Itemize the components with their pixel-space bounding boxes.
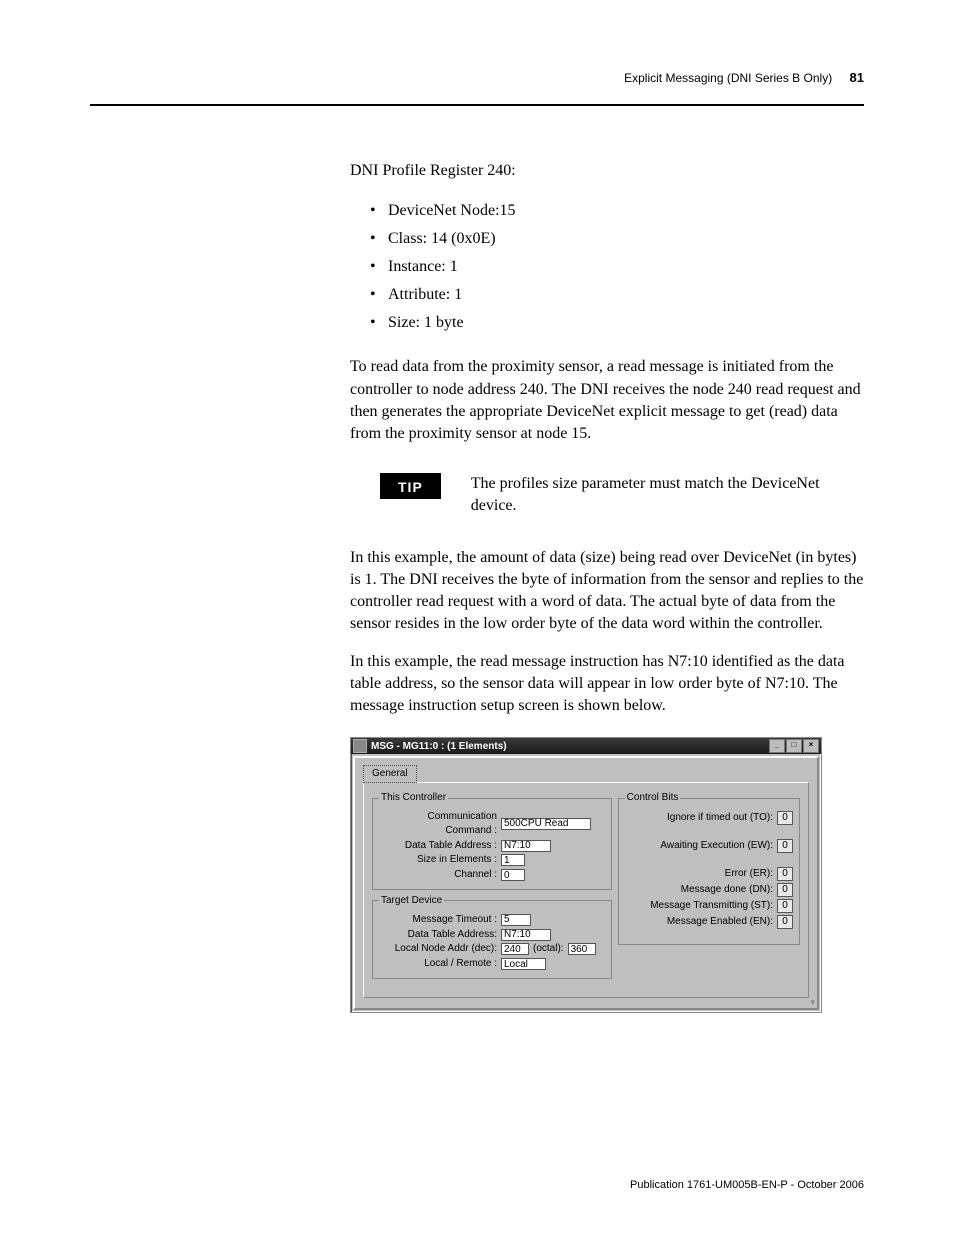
page-number: 81 [850,70,864,85]
node-label: Local Node Addr (dec): [379,942,501,956]
profile-heading: DNI Profile Register 240: [350,160,864,182]
to-bit[interactable]: 0 [777,811,793,825]
header-rule [90,104,864,106]
local-remote-input[interactable] [501,958,546,970]
st-label: Message Transmitting (ST): [650,899,777,913]
timeout-label: Message Timeout : [379,913,501,927]
node-dec-input[interactable] [501,943,529,955]
node-octal-label: (octal): [529,942,568,956]
size-label: Size in Elements : [379,853,501,867]
to-label: Ignore if timed out (TO): [667,811,777,825]
group-target-device: Target Device Message Timeout : Data Tab… [372,894,612,979]
publication-footer: Publication 1761-UM005B-EN-P - October 2… [630,1179,864,1191]
bullet-item: Instance: 1 [388,256,864,278]
tab-general[interactable]: General [363,765,417,783]
node-octal-input[interactable] [568,943,596,955]
comm-cmd-label: Communication Command : [379,810,501,838]
en-bit[interactable]: 0 [777,915,793,929]
bullet-item: Attribute: 1 [388,284,864,306]
channel-input[interactable] [501,869,525,881]
en-label: Message Enabled (EN): [667,915,777,929]
page-header: Explicit Messaging (DNI Series B Only) 8… [90,70,864,100]
group-control-bits: Control Bits Ignore if timed out (TO): 0… [618,791,800,945]
dialog-title: MSG - MG11:0 : (1 Elements) [371,740,768,754]
comm-cmd-input[interactable] [501,818,591,830]
maximize-button[interactable]: □ [786,739,802,753]
msg-dialog: MSG - MG11:0 : (1 Elements) _ □ × Genera… [350,737,822,1013]
body-content: DNI Profile Register 240: DeviceNet Node… [350,160,864,1013]
timeout-input[interactable] [501,914,531,926]
dn-bit[interactable]: 0 [777,883,793,897]
tip-block: TIP The profiles size parameter must mat… [380,473,864,517]
ew-label: Awaiting Execution (EW): [660,839,777,853]
dialog-titlebar: MSG - MG11:0 : (1 Elements) _ □ × [351,738,821,754]
dta-input[interactable] [501,840,551,852]
tip-text: The profiles size parameter must match t… [471,473,864,517]
size-input[interactable] [501,854,525,866]
profile-bullets: DeviceNet Node:15 Class: 14 (0x0E) Insta… [350,200,864,334]
group-legend: This Controller [379,791,448,805]
tip-label: TIP [380,473,441,499]
er-bit[interactable]: 0 [777,867,793,881]
target-dta-input[interactable] [501,929,551,941]
dn-label: Message done (DN): [681,883,777,897]
local-remote-label: Local / Remote : [379,957,501,971]
close-button[interactable]: × [803,739,819,753]
paragraph-3: In this example, the read message instru… [350,651,864,717]
channel-label: Channel : [379,868,501,882]
group-legend: Control Bits [625,791,681,805]
group-this-controller: This Controller Communication Command : … [372,791,612,890]
ew-bit[interactable]: 0 [777,839,793,853]
paragraph-2: In this example, the amount of data (siz… [350,547,864,635]
bullet-item: Class: 14 (0x0E) [388,228,864,250]
bullet-item: Size: 1 byte [388,312,864,334]
target-dta-label: Data Table Address: [379,928,501,942]
er-label: Error (ER): [725,867,777,881]
dialog-icon [353,739,367,753]
group-legend: Target Device [379,894,444,908]
header-section: Explicit Messaging (DNI Series B Only) [624,71,832,85]
dta-label: Data Table Address : [379,839,501,853]
bullet-item: DeviceNet Node:15 [388,200,864,222]
scroll-indicator: ▾ [810,996,815,1008]
paragraph-1: To read data from the proximity sensor, … [350,356,864,444]
st-bit[interactable]: 0 [777,899,793,913]
minimize-button[interactable]: _ [769,739,785,753]
